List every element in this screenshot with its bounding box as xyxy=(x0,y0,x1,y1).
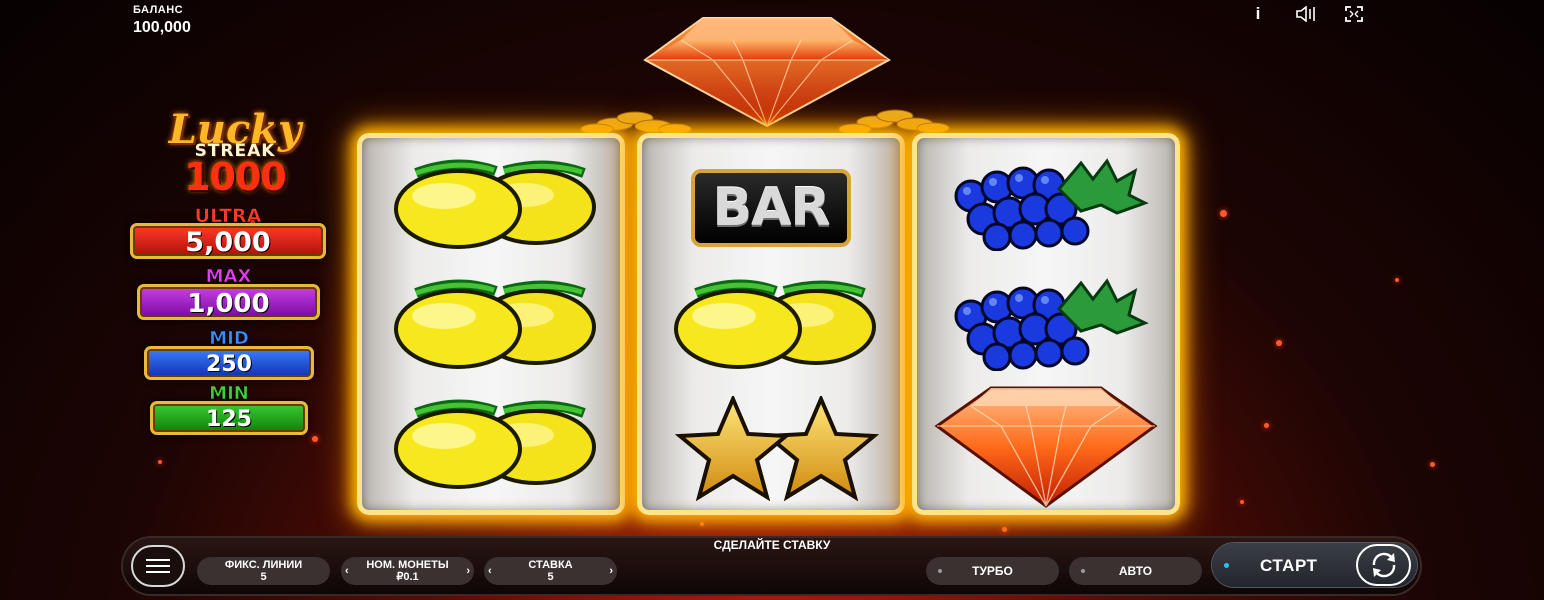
coin-decrease-arrow[interactable]: ‹ xyxy=(345,565,349,577)
jackpot-mid: MID 250 xyxy=(144,329,314,380)
ember xyxy=(1430,462,1435,467)
ember xyxy=(1240,500,1244,504)
lemon-icon xyxy=(362,261,620,381)
ember xyxy=(1220,210,1227,217)
coin-value: ₽0.1 xyxy=(396,571,419,583)
reel-3 xyxy=(912,133,1180,515)
jackpot-max-value: 1,000 xyxy=(137,284,320,320)
balance-label: БАЛАНС xyxy=(133,4,184,16)
jackpot-ultra-value: 5,000 xyxy=(130,223,326,259)
lemon-icon xyxy=(362,381,620,501)
bet-label: СТАВКА xyxy=(528,559,573,571)
bar-icon: BAR xyxy=(642,148,900,268)
menu-icon-line xyxy=(146,565,170,567)
jackpot-min: MIN 125 xyxy=(150,384,308,435)
reel-2: BAR xyxy=(637,133,905,515)
fullscreen-icon[interactable] xyxy=(1344,4,1364,24)
ember xyxy=(1276,340,1282,346)
ember xyxy=(312,436,318,442)
sound-icon[interactable] xyxy=(1296,4,1316,24)
refresh-icon xyxy=(1372,552,1395,578)
menu-icon-line xyxy=(146,571,170,573)
start-indicator xyxy=(1224,563,1229,568)
jackpot-min-value: 125 xyxy=(150,401,308,435)
turbo-indicator xyxy=(938,569,942,573)
fixed-lines-label: ФИКС. ЛИНИИ xyxy=(224,559,303,571)
turbo-label: ТУРБО xyxy=(972,564,1013,578)
jackpot-ultra: ULTRA 5,000 xyxy=(130,206,326,259)
logo-1000: 1000 xyxy=(184,155,287,199)
bar-text: BAR xyxy=(712,178,831,238)
bar-symbol: BAR xyxy=(691,169,851,247)
ember xyxy=(1264,423,1269,428)
start-label: СТАРТ xyxy=(1260,556,1318,575)
reel-1 xyxy=(357,133,625,515)
game-logo: Lucky STREAK 1000 xyxy=(150,110,320,199)
bet-value: 5 xyxy=(547,571,554,583)
ember xyxy=(1395,278,1399,282)
jackpot-mid-value: 250 xyxy=(144,346,314,380)
lemon-icon xyxy=(362,141,620,261)
menu-icon-line xyxy=(146,559,170,561)
info-icon[interactable]: i xyxy=(1248,4,1268,24)
coin-value-pill: ‹ НОМ. МОНЕТЫ ₽0.1 › xyxy=(341,557,474,585)
jackpot-max: MAX 1,000 xyxy=(137,267,320,320)
auto-toggle[interactable]: АВТО xyxy=(1069,557,1202,585)
bet-pill: ‹ СТАВКА 5 › xyxy=(484,557,617,585)
auto-indicator xyxy=(1081,569,1085,573)
coin-increase-arrow[interactable]: › xyxy=(466,565,470,577)
ember xyxy=(158,460,162,464)
auto-label: АВТО xyxy=(1118,564,1153,578)
coin-value-label: НОМ. МОНЕТЫ xyxy=(366,559,449,571)
grapes-icon xyxy=(917,261,1175,381)
bet-decrease-arrow[interactable]: ‹ xyxy=(488,565,492,577)
start-button[interactable]: СТАРТ xyxy=(1212,543,1417,587)
star-icon xyxy=(642,388,900,508)
balance-panel: БАЛАНС 100,000 xyxy=(133,4,191,37)
menu-button[interactable] xyxy=(131,545,185,587)
bet-increase-arrow[interactable]: › xyxy=(609,565,613,577)
top-toolbar: i xyxy=(1248,4,1364,24)
spin-button[interactable] xyxy=(1356,544,1411,586)
ember xyxy=(700,522,704,526)
fixed-lines-value: 5 xyxy=(260,571,267,583)
top-diamond-icon xyxy=(643,12,891,128)
lemon-icon xyxy=(642,261,900,381)
ember xyxy=(1002,527,1007,532)
fixed-lines-pill: ФИКС. ЛИНИИ 5 xyxy=(197,557,330,585)
diamond-icon xyxy=(917,386,1175,508)
balance-value: 100,000 xyxy=(133,19,191,36)
turbo-toggle[interactable]: ТУРБО xyxy=(926,557,1059,585)
grapes-icon xyxy=(917,141,1175,261)
